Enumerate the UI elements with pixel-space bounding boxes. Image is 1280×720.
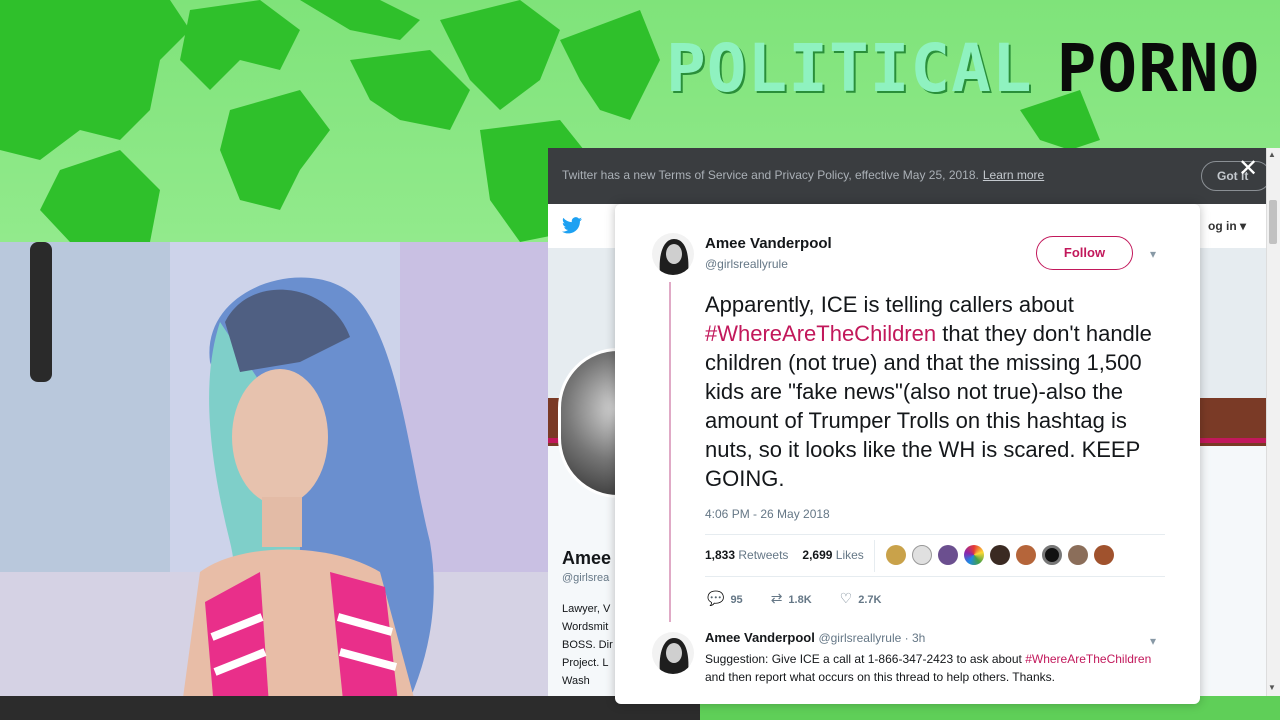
terms-notice-message: Twitter has a new Terms of Service and P…	[562, 168, 979, 182]
login-link[interactable]: og in ▾	[1208, 219, 1246, 233]
reply-author[interactable]: Amee Vanderpool @girlsreallyrule · 3h	[705, 630, 925, 645]
like-count: 2.7K	[858, 594, 882, 606]
heart-icon: ♡	[839, 590, 853, 606]
tweet-text: Apparently, ICE is telling callers about…	[705, 290, 1165, 493]
liker-avatar[interactable]	[1042, 545, 1062, 565]
reply-hashtag-link[interactable]: #WhereAreTheChildren	[1025, 652, 1151, 666]
profile-bio-line: Lawyer, V	[562, 603, 611, 615]
reply-author-avatar[interactable]	[652, 632, 694, 674]
author-avatar-image	[652, 233, 694, 275]
close-icon[interactable]: ✕	[1238, 157, 1258, 181]
reply-count: 95	[730, 594, 743, 606]
scroll-down-icon[interactable]: ▼	[1268, 683, 1276, 692]
twitter-bird-icon[interactable]	[562, 217, 582, 234]
chevron-down-icon[interactable]: ▾	[1150, 634, 1156, 648]
scroll-up-icon[interactable]: ▲	[1268, 150, 1276, 159]
author-avatar[interactable]	[652, 233, 694, 275]
reply-button[interactable]: 💬 95	[707, 590, 743, 607]
liker-avatar[interactable]	[912, 545, 932, 565]
profile-bio-line: BOSS. Dir	[562, 639, 613, 651]
reply-author-handle: @girlsreallyrule · 3h	[818, 631, 926, 645]
reply-text-part: Suggestion: Give ICE a call at 1-866-347…	[705, 652, 1026, 666]
liker-avatar[interactable]	[1068, 545, 1088, 565]
likes-stat[interactable]: 2,699 Likes	[802, 548, 863, 562]
got-it-button[interactable]: Got it	[1201, 161, 1271, 191]
liker-avatar[interactable]	[1016, 545, 1036, 565]
terms-notice-bar: Twitter has a new Terms of Service and P…	[548, 148, 1271, 204]
brand-title: POLITICAL PORNO	[666, 36, 1260, 102]
retweets-stat[interactable]: 1,833 Retweets	[705, 548, 788, 562]
hashtag-link[interactable]: #WhereAreTheChildren	[705, 321, 936, 346]
streamer-video-frame	[0, 242, 548, 720]
tweet-timestamp[interactable]: 4:06 PM - 26 May 2018	[705, 507, 830, 521]
bottom-strip-dark	[0, 696, 700, 720]
tweet-author-name[interactable]: Amee Vanderpool	[705, 235, 832, 252]
reply-text: Suggestion: Give ICE a call at 1-866-347…	[705, 650, 1155, 686]
profile-bio: Lawyer, V Wordsmit BOSS. Dir Project. L …	[562, 600, 613, 690]
liker-avatar[interactable]	[886, 545, 906, 565]
stats-separator	[874, 540, 875, 572]
reply-author-avatar-image	[652, 632, 694, 674]
chevron-down-icon: ▾	[1240, 219, 1247, 233]
reply-icon: 💬	[707, 590, 725, 606]
liker-avatar[interactable]	[964, 545, 984, 565]
tweet-author-handle[interactable]: @girlsreallyrule	[705, 257, 788, 271]
follow-button[interactable]: Follow	[1036, 236, 1133, 270]
profile-handle: @girlsrea	[562, 572, 610, 584]
retweet-count: 1.8K	[788, 594, 812, 606]
retweets-label: Retweets	[738, 548, 789, 562]
liker-avatars	[886, 545, 1120, 567]
brand-word-political: POLITICAL	[666, 30, 1033, 107]
likes-count: 2,699	[802, 548, 833, 562]
likes-label: Likes	[835, 548, 864, 562]
scrollbar-thumb[interactable]	[1269, 200, 1277, 244]
liker-avatar[interactable]	[938, 545, 958, 565]
thread-line	[669, 282, 671, 622]
divider	[705, 534, 1165, 535]
profile-bio-line: Wordsmit	[562, 621, 609, 633]
tweet-modal: Amee Vanderpool @girlsreallyrule Follow …	[615, 204, 1200, 704]
profile-name: Amee	[562, 548, 612, 568]
brand-word-porno: PORNO	[1056, 30, 1261, 107]
terms-notice-text: Twitter has a new Terms of Service and P…	[562, 168, 1044, 182]
reply-author-name: Amee Vanderpool	[705, 630, 815, 645]
retweets-count: 1,833	[705, 548, 736, 562]
profile-location: Wash	[562, 675, 590, 687]
tweet-text-part: Apparently, ICE is telling callers about	[705, 292, 1074, 317]
tweet-actions: 💬 95 ⇄ 1.8K ♡ 2.7K	[707, 590, 909, 607]
chevron-down-icon[interactable]: ▾	[1150, 247, 1156, 261]
liker-avatar[interactable]	[990, 545, 1010, 565]
like-button[interactable]: ♡ 2.7K	[840, 590, 882, 607]
profile-bio-line: Project. L	[562, 657, 609, 669]
liker-avatar[interactable]	[1094, 545, 1114, 565]
webcam-feed	[0, 242, 548, 720]
retweet-button[interactable]: ⇄ 1.8K	[771, 590, 812, 607]
login-label: og in	[1208, 219, 1237, 233]
tweet-stats: 1,833 Retweets 2,699 Likes	[705, 548, 864, 562]
divider	[705, 576, 1165, 577]
reply-text-part: and then report what occurs on this thre…	[705, 670, 1055, 684]
retweet-icon: ⇄	[770, 590, 783, 606]
tweet-text-part: that they don't handle children (not tru…	[705, 321, 1152, 491]
learn-more-link[interactable]: Learn more	[983, 168, 1044, 182]
